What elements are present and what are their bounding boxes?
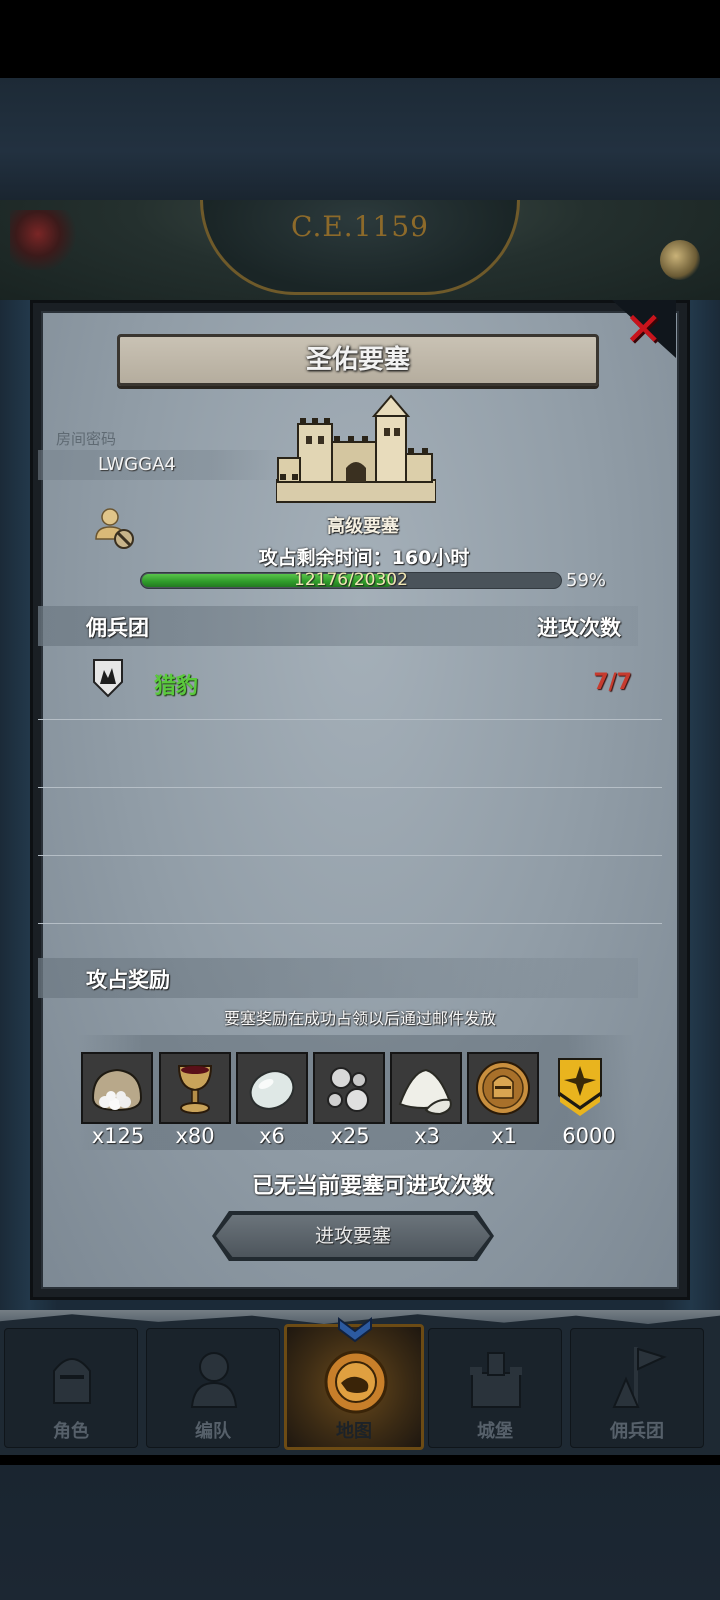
nav-tab-label: 地图	[336, 1421, 372, 1442]
chevron-down-icon	[338, 1317, 372, 1343]
reward-count: x1	[491, 1124, 517, 1148]
reward-item-cotton-sack[interactable]	[81, 1052, 153, 1124]
modal-title: 圣佑要塞	[305, 345, 410, 375]
holly-ornament-icon	[10, 210, 80, 270]
close-icon: ✕	[624, 302, 663, 356]
attacks-column-header: 进攻次数	[537, 616, 621, 640]
reward-section-title: 攻占奖励	[86, 968, 170, 992]
knight-helmet-icon	[53, 1358, 91, 1404]
reward-item-knight-medal[interactable]	[467, 1052, 539, 1124]
progress-percent: 59%	[566, 570, 607, 591]
empty-row	[38, 720, 662, 788]
honor-rank-icon	[558, 1058, 602, 1116]
mercenary-attacks: 7/7	[593, 670, 632, 695]
formation-icon	[190, 1352, 238, 1408]
reward-item-salt-pile[interactable]	[390, 1052, 462, 1124]
status-bar	[0, 0, 720, 78]
silver-nuggets-icon	[327, 1067, 369, 1112]
nav-tab-label: 城堡	[477, 1421, 513, 1442]
mercenary-icon	[612, 1347, 667, 1408]
bottom-background	[0, 1465, 720, 1600]
nav-tab-mercenary[interactable]: 佣兵团	[570, 1328, 704, 1448]
fortress-level: 高级要塞	[327, 516, 399, 537]
year-text: C.E.1159	[291, 210, 429, 243]
time-left: 攻占剩余时间：160小时	[258, 547, 470, 569]
reward-count: x6	[259, 1124, 285, 1148]
reward-item-stone-egg[interactable]	[236, 1052, 308, 1124]
goblet-icon	[177, 1065, 213, 1114]
progress-text: 12176/20302	[294, 570, 408, 590]
bauble-ornament-icon	[660, 240, 700, 280]
castle-icon	[276, 394, 436, 503]
nav-tab-label: 佣兵团	[610, 1421, 664, 1442]
empty-row	[38, 856, 662, 924]
cotton-sack-icon	[91, 1068, 143, 1112]
no-attacks-message: 已无当前要塞可进攻次数	[251, 1174, 494, 1199]
mercenary-row[interactable]: 猎豹 7/7	[38, 652, 662, 720]
reward-note: 要塞奖励在成功占领以后通过邮件发放	[223, 1009, 496, 1028]
reward-item-goblet[interactable]	[159, 1052, 231, 1124]
nav-tab-label: 角色	[53, 1421, 89, 1442]
attack-fortress-label: 进攻要塞	[314, 1225, 391, 1247]
reward-count: 6000	[562, 1124, 616, 1148]
attack-fortress-button[interactable]: 进攻要塞	[212, 1211, 494, 1261]
top-background	[0, 78, 720, 200]
title-plate: 圣佑要塞	[117, 334, 599, 386]
bottom-nav: 角色 编队 地图 城堡 佣兵团	[0, 1310, 720, 1455]
map-globe-icon	[324, 1350, 388, 1414]
knight-medal-icon	[476, 1061, 530, 1115]
close-button[interactable]: ✕	[612, 300, 676, 358]
mercenary-name: 猎豹	[154, 674, 199, 699]
map-header: C.E.1159	[0, 200, 720, 310]
nav-tab-castle[interactable]: 城堡	[428, 1328, 562, 1448]
mercenary-section-title: 佣兵团	[86, 616, 149, 640]
year-badge: C.E.1159	[200, 200, 520, 295]
shield-emblem-icon	[93, 659, 123, 698]
reward-item-silver-nuggets[interactable]	[313, 1052, 385, 1124]
room-code-value[interactable]: LWGGA4	[98, 454, 176, 475]
nav-tab-character[interactable]: 角色	[4, 1328, 138, 1448]
room-code-label: 房间密码	[56, 430, 117, 448]
castle-icon	[470, 1352, 522, 1408]
empty-row	[38, 788, 662, 856]
reward-item-honor-rank[interactable]	[546, 1052, 618, 1124]
salt-pile-icon	[398, 1068, 452, 1116]
nav-tab-map[interactable]: 地图	[284, 1317, 424, 1450]
stone-egg-icon	[249, 1070, 295, 1110]
nav-tab-formation[interactable]: 编队	[146, 1328, 280, 1448]
nav-tab-label: 编队	[195, 1421, 231, 1442]
